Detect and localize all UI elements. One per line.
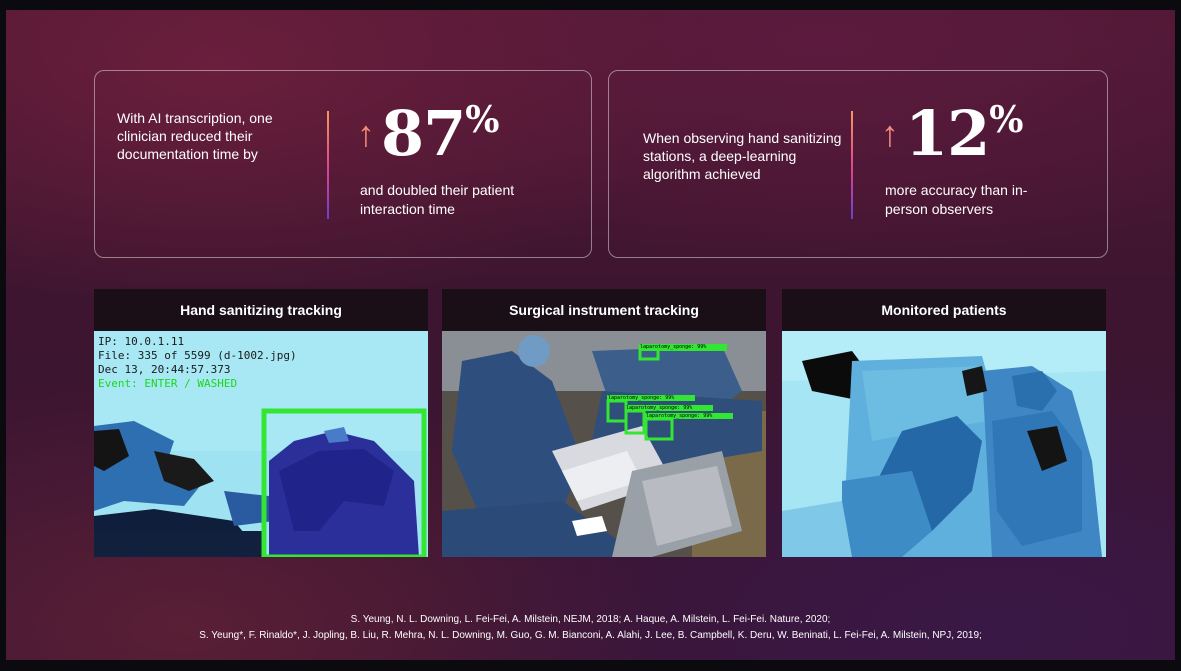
- panel-surgical-instrument: Surgical instrument tracking laparotomy_…: [442, 289, 766, 557]
- stat-value: ↑ 12 %: [881, 97, 1024, 170]
- stat-description: When observing hand sanitizing stations,…: [643, 130, 842, 182]
- citations: S. Yeung, N. L. Downing, L. Fei-Fei, A. …: [6, 612, 1175, 644]
- panel-title: Monitored patients: [782, 289, 1106, 331]
- detection-label: laparotomy_sponge: 99%: [608, 395, 675, 401]
- slide: With AI transcription, one clinician red…: [6, 10, 1175, 660]
- tracking-overlay: IP: 10.0.1.11 File: 335 of 5599 (d-1002.…: [98, 335, 297, 391]
- overlay-file: File: 335 of 5599 (d-1002.jpg): [98, 349, 297, 362]
- citation-line-2: S. Yeung*, F. Rinaldo*, J. Jopling, B. L…: [199, 630, 982, 641]
- panel-title: Surgical instrument tracking: [442, 289, 766, 331]
- detection-label: laparotomy_sponge: 99%: [646, 413, 713, 419]
- overlay-date: Dec 13, 20:44:57.373: [98, 363, 231, 376]
- up-arrow-icon: ↑: [357, 113, 375, 154]
- detection-label: laparotomy_sponge: 99%: [626, 405, 693, 411]
- up-arrow-icon: ↑: [881, 113, 899, 154]
- stat-number: 87: [381, 97, 466, 170]
- overlay-event: Event: ENTER / WASHED: [98, 377, 238, 390]
- stat-description: With AI transcription, one clinician red…: [117, 110, 273, 162]
- depth-image-hand-sanitizing: IP: 10.0.1.11 File: 335 of 5599 (d-1002.…: [94, 331, 428, 557]
- stat-caption: more accuracy than in-person observers: [885, 182, 1028, 217]
- camera-image-surgical: laparotomy_sponge: 99% laparotomy_sponge…: [442, 331, 766, 557]
- panel-monitored-patients: Monitored patients: [782, 289, 1106, 557]
- citation-line-1: S. Yeung, N. L. Downing, L. Fei-Fei, A. …: [350, 614, 831, 625]
- overlay-ip: IP: 10.0.1.11: [98, 335, 185, 348]
- stat-caption: and doubled their patient interaction ti…: [360, 182, 515, 217]
- stat-unit: %: [465, 99, 500, 141]
- stat-divider: [327, 111, 329, 219]
- panel-hand-sanitizing: Hand sanitizing tracking IP: 10.0.1.11 F…: [94, 289, 428, 557]
- stat-number: 12: [905, 97, 990, 170]
- detection-label: laparotomy_sponge: 99%: [640, 344, 707, 350]
- panel-title: Hand sanitizing tracking: [94, 289, 428, 331]
- stat-value: ↑ 87 %: [357, 97, 500, 170]
- stat-card-documentation: With AI transcription, one clinician red…: [94, 70, 592, 258]
- depth-image-patients: [782, 331, 1106, 557]
- stat-divider: [851, 111, 853, 219]
- stat-card-hand-sanitizing: When observing hand sanitizing stations,…: [608, 70, 1108, 258]
- stat-unit: %: [989, 99, 1024, 141]
